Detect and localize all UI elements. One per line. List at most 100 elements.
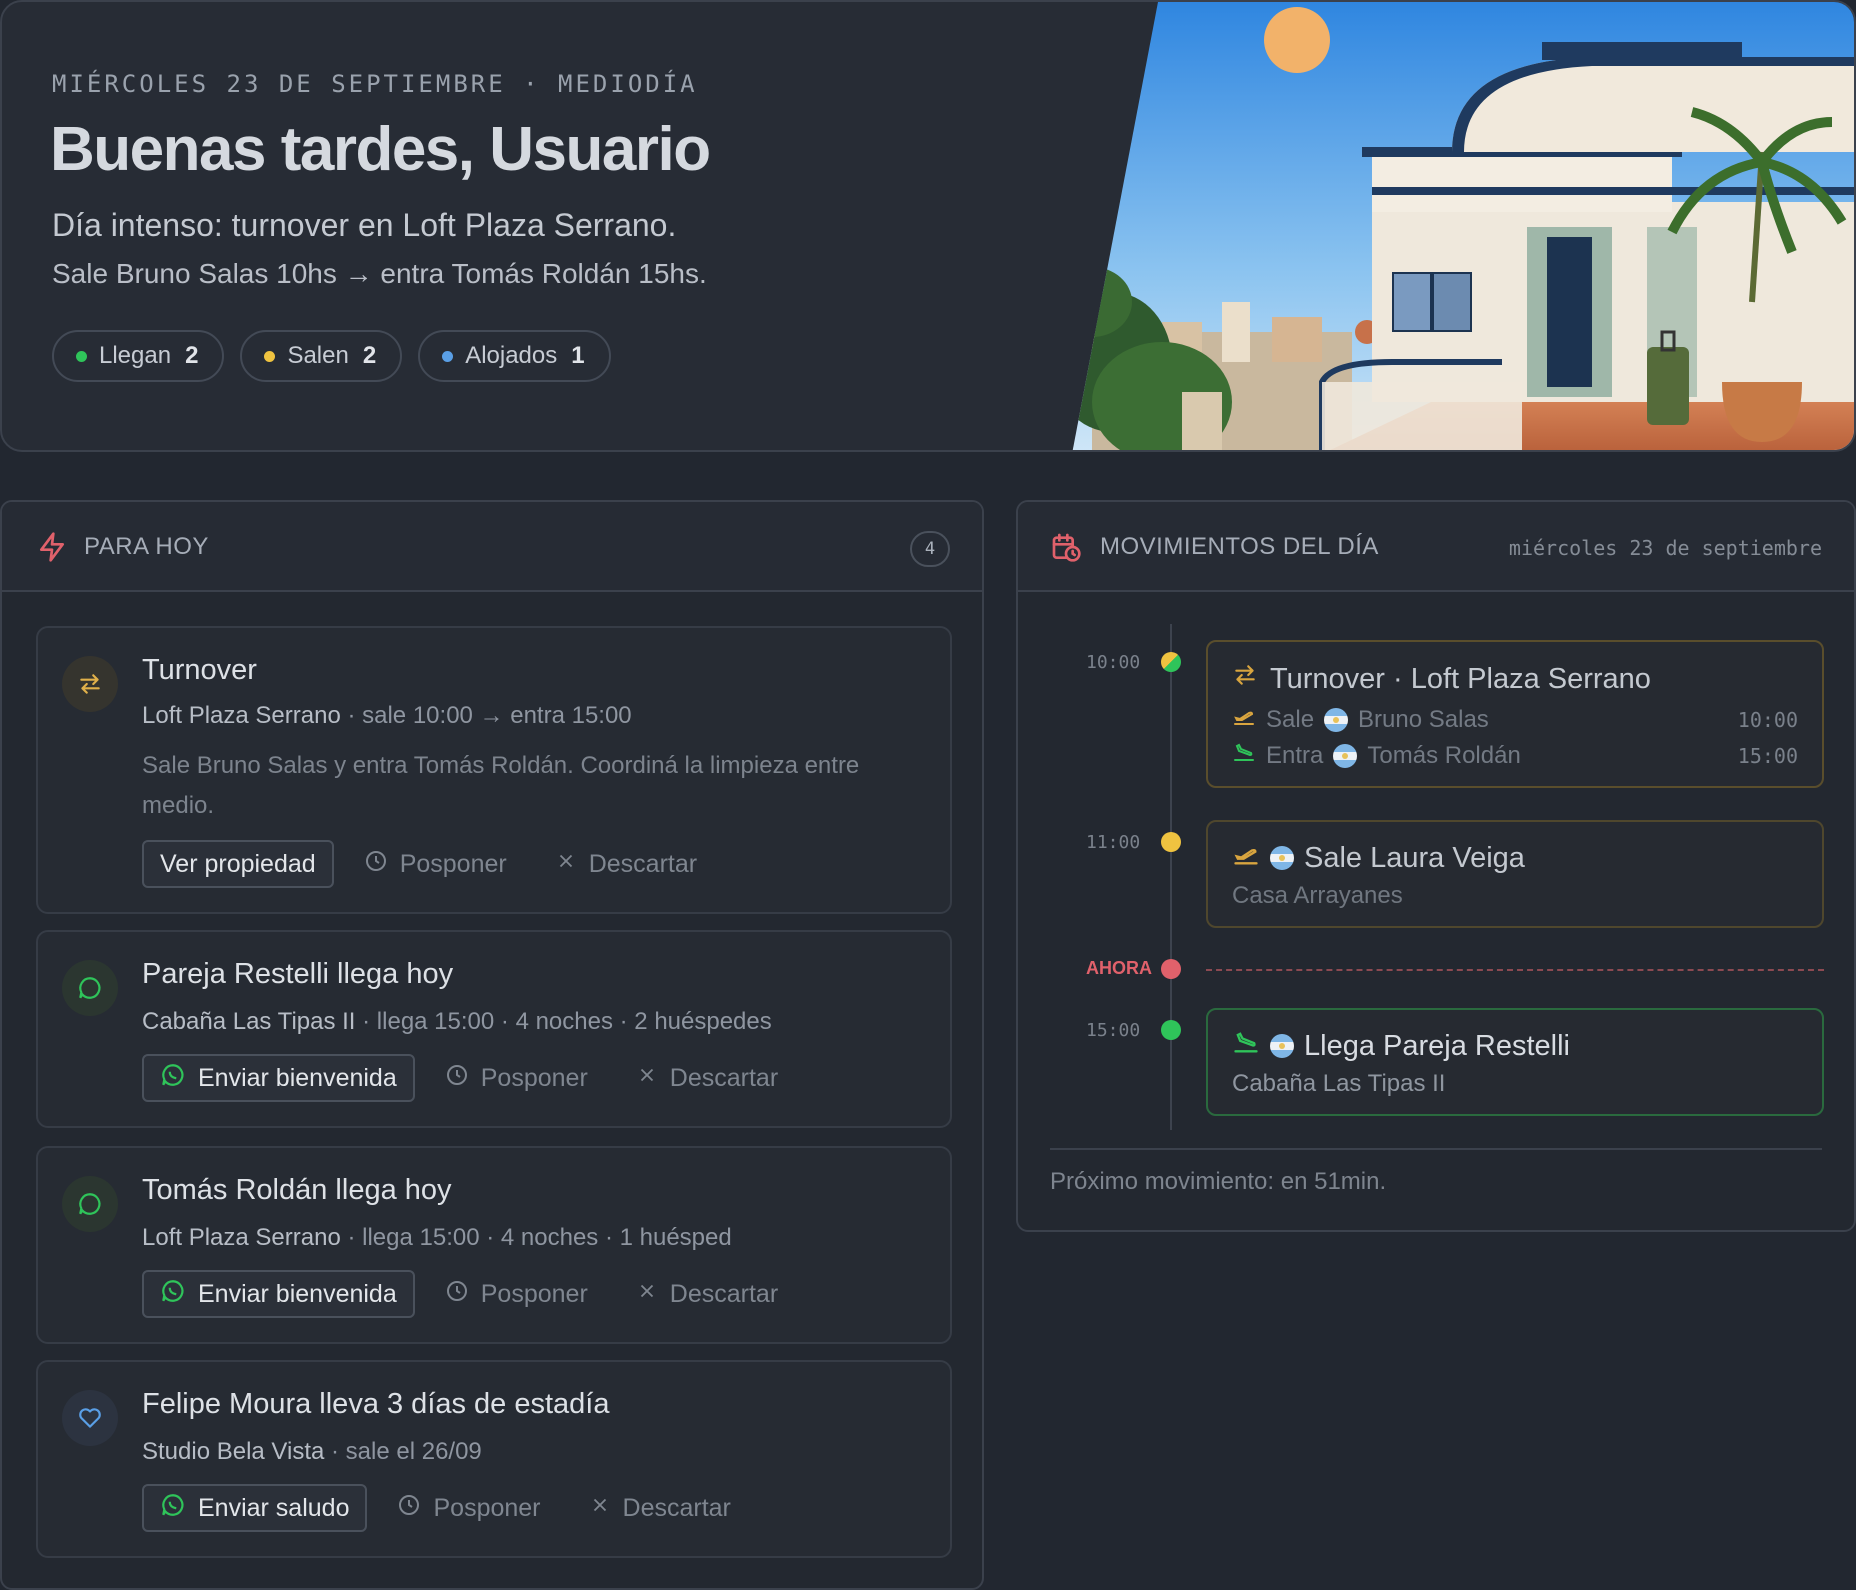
card-meta-detail: · llega 15:00 · 4 noches · 2 huéspedes [362,1008,772,1035]
blue-dot-icon [442,350,454,362]
row-verb: Entra [1266,741,1324,769]
yellow-dot-icon [1161,832,1181,852]
turnover-dot-icon [1161,652,1181,672]
card-meta: Cabaña Las Tipas II · llega 15:00 · 4 no… [142,1008,772,1036]
plane-arrival-icon [1232,1028,1260,1064]
row-guest: Bruno Salas [1358,705,1489,733]
argentina-flag-icon [1333,743,1358,768]
button-label: Posponer [480,1063,588,1092]
postpone-button[interactable]: Posponer [445,1279,588,1310]
swap-arrows-icon [1232,662,1258,696]
art-deco-house-illustration [1072,2,1854,450]
lightning-icon [36,530,68,569]
event-subtitle: Casa Arrayanes [1232,882,1403,909]
close-icon [589,1494,611,1523]
event-title: Sale Laura Veiga [1304,841,1525,874]
argentina-flag-icon [1324,707,1349,732]
property-name[interactable]: Loft Plaza Serrano [142,702,341,729]
event-row-checkout: Sale Bruno Salas 10:00 [1232,704,1798,735]
movements-date: miércoles 23 de septiembre [1508,536,1822,560]
chip-staying[interactable]: Alojados 1 [418,330,611,382]
send-welcome-button[interactable]: Enviar bienvenida [142,1270,415,1318]
card-actions: Ver propiedad Posponer Descartar [142,840,697,888]
chip-count: 1 [571,342,585,369]
today-panel-title: PARA HOY [84,533,209,560]
plane-departure-icon [1232,704,1256,735]
postpone-button[interactable]: Posponer [364,849,507,880]
card-meta-detail: · sale el 26/09 [331,1438,482,1465]
calendar-clock-icon [1050,530,1082,569]
close-icon [636,1280,658,1309]
button-label: Posponer [433,1493,541,1522]
card-actions: Enviar bienvenida Posponer Descartar [142,1270,778,1318]
clock-icon [364,849,388,880]
plane-arrival-icon [1232,740,1256,771]
event-title-row: Llega Pareja Restelli [1232,1028,1570,1064]
event-time: 10:00 [1086,652,1141,673]
chip-label: Salen [287,342,349,369]
plane-departure-icon [1232,840,1260,876]
property-name[interactable]: Cabaña Las Tipas II [142,1008,355,1035]
close-icon [636,1064,658,1093]
dismiss-button[interactable]: Descartar [636,1064,778,1093]
row-time: 10:00 [1737,707,1798,732]
postpone-button[interactable]: Posponer [397,1493,541,1524]
postpone-button[interactable]: Posponer [445,1063,588,1094]
dismiss-button[interactable]: Descartar [555,850,697,879]
card-meta: Loft Plaza Serrano · sale 10:00 → entra … [142,702,632,730]
card-meta-detail: · llega 15:00 · 4 noches · 1 huésped [347,1224,732,1251]
chat-bubble-icon [62,960,118,1016]
chip-label: Alojados [465,342,558,369]
day-summary-detail: Sale Bruno Salas 10hs → entra Tomás Rold… [52,258,707,289]
property-name[interactable]: Loft Plaza Serrano [142,1224,341,1251]
card-title: Tomás Roldán llega hoy [142,1174,452,1206]
send-welcome-button[interactable]: Enviar bienvenida [142,1054,415,1102]
chip-count: 2 [185,342,199,369]
button-label: Descartar [588,849,698,878]
task-card-arrival-restelli: Pareja Restelli llega hoy Cabaña Las Tip… [36,930,952,1128]
task-card-stay-moura: Felipe Moura lleva 3 días de estadía Stu… [36,1360,952,1558]
card-actions: Enviar bienvenida Posponer Descartar [142,1054,778,1102]
clock-icon [445,1063,469,1094]
event-subtitle: Cabaña Las Tipas II [1232,1070,1446,1097]
button-label: Posponer [480,1279,588,1308]
event-time: 15:00 [1086,1020,1141,1041]
whatsapp-icon [160,1062,186,1095]
event-card-checkout-veiga[interactable]: Sale Laura Veiga Casa Arrayanes [1206,820,1824,928]
argentina-flag-icon [1270,1034,1294,1058]
movements-panel: MOVIMIENTOS DEL DÍA miércoles 23 de sept… [1016,500,1856,1232]
view-property-button[interactable]: Ver propiedad [142,840,334,888]
hero-illustration [1072,2,1854,450]
row-time: 15:00 [1737,743,1798,768]
dismiss-button[interactable]: Descartar [636,1280,778,1309]
property-name[interactable]: Studio Bela Vista [142,1438,324,1465]
now-dot-icon [1161,959,1181,979]
whatsapp-icon [160,1278,186,1311]
clock-icon [445,1279,469,1310]
button-label: Posponer [399,849,507,878]
event-title: Turnover · Loft Plaza Serrano [1270,662,1651,695]
send-greeting-button[interactable]: Enviar saludo [142,1484,368,1532]
green-dot-icon [1161,1020,1181,1040]
chip-arrivals[interactable]: Llegan 2 [52,330,225,382]
card-description: Sale Bruno Salas y entra Tomás Roldán. C… [142,752,860,819]
button-label: Enviar saludo [198,1493,350,1522]
event-card-turnover[interactable]: Turnover · Loft Plaza Serrano Sale Bruno… [1206,640,1824,788]
button-label: Enviar bienvenida [198,1063,397,1092]
hero-date: MIÉRCOLES 23 DE SEPTIEMBRE · MEDIODÍA [52,70,698,98]
chip-departures[interactable]: Salen 2 [240,330,403,382]
now-marker-line [1206,969,1824,971]
chip-label: Llegan [99,342,172,369]
button-label: Descartar [669,1063,779,1092]
close-icon [555,850,577,879]
task-card-arrival-roldan: Tomás Roldán llega hoy Loft Plaza Serran… [36,1146,952,1344]
event-card-arrival-restelli[interactable]: Llega Pareja Restelli Cabaña Las Tipas I… [1206,1008,1824,1116]
dismiss-button[interactable]: Descartar [589,1494,731,1523]
heart-icon [62,1390,118,1446]
event-title-row: Sale Laura Veiga [1232,840,1525,876]
green-dot-icon [76,350,87,362]
event-row-checkin: Entra Tomás Roldán 15:00 [1232,740,1798,771]
card-title: Felipe Moura lleva 3 días de estadía [142,1388,610,1420]
row-guest: Tomás Roldán [1367,741,1521,769]
now-marker-label: AHORA [1086,958,1152,978]
